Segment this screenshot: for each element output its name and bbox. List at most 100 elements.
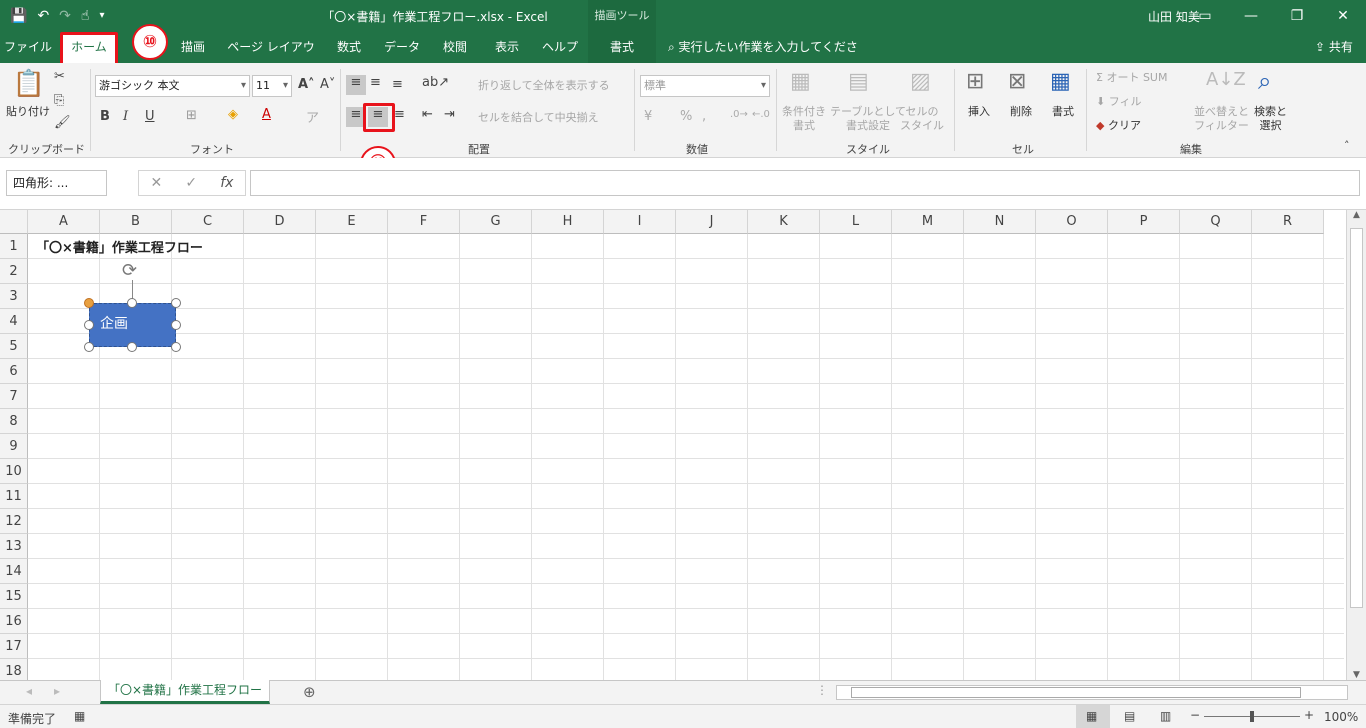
enter-icon[interactable]: ✓ — [185, 175, 197, 191]
middle-align-icon[interactable]: ≡ — [370, 75, 381, 90]
increase-font-icon[interactable]: A˄ — [298, 77, 315, 92]
row-header[interactable]: 2 — [0, 259, 28, 284]
formula-input[interactable] — [250, 170, 1360, 196]
split-handle[interactable]: ⋮ — [816, 683, 828, 697]
copy-icon[interactable]: ⎘ — [54, 93, 64, 108]
row-header[interactable]: 13 — [0, 534, 28, 559]
name-box[interactable]: 四角形: ... — [6, 170, 107, 196]
horizontal-scroll-thumb[interactable] — [851, 687, 1301, 698]
tab-file[interactable]: ファイル — [4, 32, 52, 63]
font-color-icon[interactable]: A — [262, 107, 271, 122]
row-header[interactable]: 8 — [0, 409, 28, 434]
next-sheet-icon[interactable]: ▸ — [54, 684, 60, 698]
row-header[interactable]: 15 — [0, 584, 28, 609]
tab-formulas[interactable]: 数式 — [328, 32, 370, 63]
clear-button[interactable]: ◆ クリア — [1096, 119, 1141, 133]
row-header[interactable]: 6 — [0, 359, 28, 384]
column-header[interactable]: G — [460, 210, 532, 234]
increase-indent-icon[interactable]: ⇥ — [444, 107, 455, 122]
format-as-table-button[interactable]: テーブルとして 書式設定 — [830, 105, 906, 133]
minimize-button[interactable]: — — [1228, 0, 1274, 32]
adjust-handle[interactable] — [84, 298, 94, 308]
column-header[interactable]: J — [676, 210, 748, 234]
column-header[interactable]: L — [820, 210, 892, 234]
column-header[interactable]: R — [1252, 210, 1324, 234]
select-all-corner[interactable] — [0, 210, 28, 234]
row-header[interactable]: 14 — [0, 559, 28, 584]
row-header[interactable]: 9 — [0, 434, 28, 459]
column-header[interactable]: N — [964, 210, 1036, 234]
decrease-decimal-icon[interactable]: ←.0 — [752, 109, 770, 120]
underline-button[interactable]: U — [145, 109, 155, 124]
sort-filter-icon[interactable]: A↓Z — [1206, 69, 1246, 90]
column-header[interactable]: Q — [1180, 210, 1252, 234]
resize-handle[interactable] — [171, 320, 181, 330]
find-select-icon[interactable]: ⌕ — [1258, 67, 1271, 95]
tab-help[interactable]: ヘルプ — [536, 32, 584, 63]
column-header[interactable]: O — [1036, 210, 1108, 234]
cancel-icon[interactable]: ✕ — [151, 175, 163, 191]
worksheet-grid[interactable]: A B C D E F G H I J K L M N O P Q R 1 2 3 4 5 6 7 8 9 10 11 12 13 14 15 1… — [0, 210, 1366, 684]
paste-button[interactable]: 貼り付け — [6, 105, 50, 119]
conditional-format-button[interactable]: 条件付き 書式 — [782, 105, 826, 133]
row-header[interactable]: 12 — [0, 509, 28, 534]
font-name-dropdown[interactable]: 游ゴシック 本文 — [95, 75, 250, 97]
fill-color-icon[interactable]: ◈ — [228, 107, 238, 122]
resize-handle[interactable] — [171, 342, 181, 352]
bold-button[interactable]: B — [100, 109, 110, 124]
ribbon-display-options-icon[interactable]: ▭ — [1182, 0, 1228, 32]
row-header[interactable]: 7 — [0, 384, 28, 409]
zoom-slider-thumb[interactable] — [1250, 711, 1254, 722]
tab-page-layout[interactable]: ページ レイアウト — [224, 32, 318, 85]
wrap-text-button[interactable]: 折り返して全体を表示する — [478, 79, 610, 93]
phonetic-icon[interactable]: ア — [306, 107, 319, 126]
restore-button[interactable]: ❐ — [1274, 0, 1320, 32]
row-header[interactable]: 17 — [0, 634, 28, 659]
rotate-handle-icon[interactable]: ⟳ — [122, 260, 137, 281]
column-header[interactable]: E — [316, 210, 388, 234]
row-header[interactable]: 16 — [0, 609, 28, 634]
zoom-in-icon[interactable]: + — [1304, 708, 1314, 722]
row-header[interactable]: 3 — [0, 284, 28, 309]
column-header[interactable]: C — [172, 210, 244, 234]
cell-a1[interactable]: 「〇×書籍」作業工程フロー — [36, 237, 203, 256]
row-header[interactable]: 1 — [0, 234, 28, 259]
zoom-level[interactable]: 100% — [1324, 710, 1358, 724]
cell-styles-button[interactable]: セルの スタイル — [900, 105, 944, 133]
currency-icon[interactable]: ¥ — [644, 109, 652, 124]
autosum-button[interactable]: Σ オート SUM — [1096, 71, 1167, 85]
insert-function-icon[interactable]: fx — [220, 175, 233, 191]
sheet-tab[interactable]: 「〇×書籍」作業工程フロー — [100, 680, 270, 704]
number-format-dropdown[interactable]: 標準 — [640, 75, 770, 97]
border-icon[interactable]: ⊞ — [186, 108, 197, 123]
top-align-icon[interactable]: ≡ — [346, 75, 366, 95]
column-header[interactable]: B — [100, 210, 172, 234]
macro-record-icon[interactable]: ▦ — [74, 709, 85, 723]
tell-me-box[interactable]: ⌕ 実行したい作業を入力してください — [668, 32, 868, 85]
scroll-thumb[interactable] — [1350, 228, 1363, 608]
row-header[interactable]: 5 — [0, 334, 28, 359]
fill-button[interactable]: ⬇ フィル — [1096, 95, 1142, 109]
font-size-dropdown[interactable]: 11 — [252, 75, 292, 97]
row-header[interactable]: 10 — [0, 459, 28, 484]
column-header[interactable]: D — [244, 210, 316, 234]
tab-format[interactable]: 書式 — [588, 32, 656, 63]
percent-icon[interactable]: % — [680, 109, 692, 124]
sort-filter-button[interactable]: 並べ替えと フィルター — [1194, 105, 1249, 133]
delete-cells-icon[interactable]: ⊠ — [1008, 69, 1026, 94]
rectangle-shape[interactable]: 企画 — [89, 303, 176, 347]
tab-data[interactable]: データ — [380, 32, 424, 63]
column-header[interactable]: F — [388, 210, 460, 234]
tab-review[interactable]: 校閲 — [434, 32, 476, 63]
resize-handle[interactable] — [84, 342, 94, 352]
column-header[interactable]: P — [1108, 210, 1180, 234]
comma-icon[interactable]: , — [702, 109, 706, 124]
merge-center-button[interactable]: セルを結合して中央揃え — [478, 111, 599, 125]
format-cells-button[interactable]: 書式 — [1052, 105, 1074, 119]
increase-decimal-icon[interactable]: .0→ — [730, 109, 748, 120]
column-header[interactable]: H — [532, 210, 604, 234]
column-header[interactable]: K — [748, 210, 820, 234]
resize-handle[interactable] — [171, 298, 181, 308]
format-painter-icon[interactable]: 🖌 — [54, 115, 71, 130]
insert-cells-button[interactable]: 挿入 — [968, 105, 990, 119]
